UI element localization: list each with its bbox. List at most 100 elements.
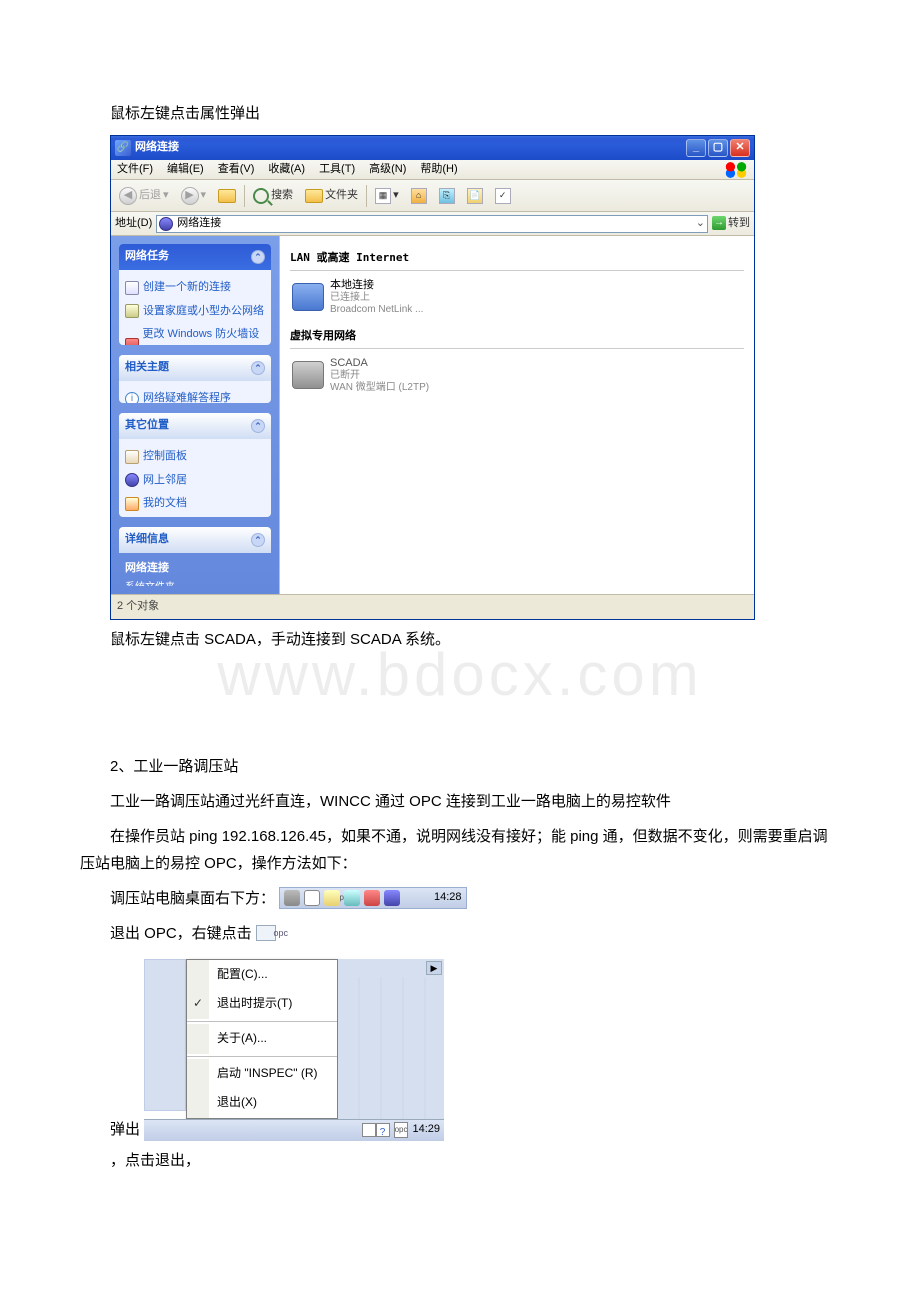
menu-tools[interactable]: 工具(T) [317, 160, 357, 180]
category-lan: LAN 或高速 Internet [290, 246, 744, 271]
section-2-title: 2、工业一路调压站 [80, 753, 840, 780]
menu-edit[interactable]: 编辑(E) [165, 160, 206, 180]
setup-network-link[interactable]: 设置家庭或小型办公网络 [125, 300, 265, 324]
search-button[interactable]: 搜索 [249, 184, 297, 208]
opc-exit-label: 退出 OPC，右键点击 [80, 920, 252, 947]
related-topics-panel: 相关主题 ⌃ i网络疑难解答程序 [119, 355, 271, 403]
menu-file[interactable]: 文件(F) [115, 160, 155, 180]
panel-header[interactable]: 网络任务 ⌃ [119, 244, 271, 270]
section-2-p1: 工业一路调压站通过光纤直连，WINCC 通过 OPC 连接到工业一路电脑上的易控… [80, 788, 840, 815]
home-network-icon [125, 304, 139, 318]
tool-icon-2[interactable]: ⎘ [435, 184, 459, 208]
panel-header[interactable]: 其它位置 ⌃ [119, 413, 271, 439]
tool-icon-1[interactable]: ⌂ [407, 184, 431, 208]
tray-icon[interactable] [324, 890, 340, 906]
maximize-button[interactable]: ▢ [708, 139, 728, 157]
tray-time: 14:28 [404, 888, 462, 908]
panel-header[interactable]: 相关主题 ⌃ [119, 355, 271, 381]
window-title: 网络连接 [135, 138, 179, 158]
folders-icon [305, 189, 323, 203]
back-button[interactable]: ◀ 后退 ▾ [115, 184, 173, 208]
network-places-link[interactable]: 网上邻居 [125, 469, 265, 493]
opc-icon[interactable]: opc [256, 925, 276, 941]
control-panel-link[interactable]: 控制面板 [125, 445, 265, 469]
address-path: 网络连接 [177, 214, 221, 234]
other-places-panel: 其它位置 ⌃ 控制面板 网上邻居 我的文档 我的电脑 [119, 413, 271, 517]
views-button[interactable]: ▦▾ [371, 184, 403, 208]
toolbar: ◀ 后退 ▾ ▶ ▾ 搜索 文件夹 ▦▾ ⌂ ⎘ 📄 ✓ [111, 180, 754, 212]
opc-tray-icon[interactable]: opc [304, 890, 320, 906]
dropdown-icon: ▾ [201, 186, 207, 206]
after-window-line: 鼠标左键点击 SCADA，手动连接到 SCADA 系统。 [80, 626, 840, 653]
details-type: 系统文件夹 [125, 579, 265, 587]
left-strip [144, 959, 186, 1111]
info-icon: i [125, 392, 139, 403]
forward-button[interactable]: ▶ ▾ [177, 184, 211, 208]
my-documents-link[interactable]: 我的文档 [125, 492, 265, 516]
check-column [187, 960, 209, 990]
separator [187, 1056, 337, 1057]
go-arrow-icon: → [712, 216, 726, 230]
menu-favorites[interactable]: 收藏(A) [266, 160, 307, 180]
windows-logo-icon [722, 162, 750, 178]
toolbar-divider [366, 185, 367, 207]
up-folder-icon [218, 189, 236, 203]
window-icon: 🔗 [115, 140, 131, 156]
vpn-name: SCADA [330, 357, 429, 370]
scada-connection-item[interactable]: SCADA 已断开 WAN 微型端口 (L2TP) [290, 353, 744, 398]
lan-connection-item[interactable]: 本地连接 已连接上 Broadcom NetLink ... [290, 275, 744, 320]
menu-exit[interactable]: 退出(X) [209, 1088, 265, 1118]
tool-icon-4[interactable]: ✓ [491, 184, 515, 208]
dropdown-icon[interactable]: ⌄ [696, 214, 705, 234]
right-panel: ▶ [338, 959, 444, 1119]
titlebar[interactable]: 🔗 网络连接 _ ▢ ✕ [111, 136, 754, 160]
tray-time: 14:29 [408, 1120, 444, 1140]
vpn-icon [292, 361, 324, 389]
sidebar: 网络任务 ⌃ 创建一个新的连接 设置家庭或小型办公网络 更改 Windows 防… [111, 236, 279, 594]
content-area: LAN 或高速 Internet 本地连接 已连接上 Broadcom NetL… [279, 236, 754, 594]
search-icon [253, 188, 269, 204]
folders-button[interactable]: 文件夹 [301, 184, 362, 208]
panel-header[interactable]: 详细信息 ⌃ [119, 527, 271, 553]
separator [187, 1021, 337, 1022]
menu-start-inspec[interactable]: 启动 "INSPEC" (R) [209, 1059, 326, 1089]
my-computer-link[interactable]: 我的电脑 [125, 516, 265, 517]
tray-icon[interactable] [344, 890, 360, 906]
firewall-link[interactable]: 更改 Windows 防火墙设置 [125, 323, 265, 344]
menu-configure[interactable]: 配置(C)... [209, 960, 276, 990]
troubleshoot-link[interactable]: i网络疑难解答程序 [125, 387, 265, 403]
address-input[interactable]: 网络连接 ⌄ [156, 215, 708, 233]
scroll-arrow-icon[interactable]: ▶ [426, 961, 442, 975]
intro-line: 鼠标左键点击属性弹出 [80, 100, 840, 127]
tray-icon[interactable] [384, 890, 400, 906]
documents-icon [125, 497, 139, 511]
firewall-icon [125, 338, 139, 345]
tray-icon[interactable] [284, 890, 300, 906]
create-connection-link[interactable]: 创建一个新的连接 [125, 276, 265, 300]
check-icon: ✓ [495, 188, 511, 204]
section-2-p2: 在操作员站 ping 192.168.126.45，如果不通，说明网线没有接好；… [80, 823, 840, 877]
help-icon[interactable]: ? [376, 1123, 390, 1137]
menu-prompt-on-exit[interactable]: 退出时提示(T) [209, 989, 300, 1019]
ime-icon[interactable] [362, 1123, 376, 1137]
up-button[interactable] [214, 184, 240, 208]
final-line: ，点击退出， [80, 1147, 840, 1174]
menu-about[interactable]: 关于(A)... [209, 1024, 275, 1054]
tray-icon[interactable] [364, 890, 380, 906]
menu-help[interactable]: 帮助(H) [418, 160, 459, 180]
menu-advanced[interactable]: 高级(N) [367, 160, 408, 180]
lan-status: 已连接上 [330, 292, 423, 304]
minimize-button[interactable]: _ [686, 139, 706, 157]
close-button[interactable]: ✕ [730, 139, 750, 157]
tool-icon-3[interactable]: 📄 [463, 184, 487, 208]
menu-view[interactable]: 查看(V) [216, 160, 257, 180]
go-button[interactable]: → 转到 [712, 214, 750, 234]
lan-device: Broadcom NetLink ... [330, 304, 423, 316]
lan-name: 本地连接 [330, 279, 423, 292]
collapse-icon: ⌃ [251, 250, 265, 264]
paste-icon: 📄 [467, 188, 483, 204]
home-icon: ⌂ [411, 188, 427, 204]
opc-tray-icon[interactable]: opc [394, 1122, 409, 1138]
forward-arrow-icon: ▶ [181, 187, 199, 205]
new-icon [125, 281, 139, 295]
